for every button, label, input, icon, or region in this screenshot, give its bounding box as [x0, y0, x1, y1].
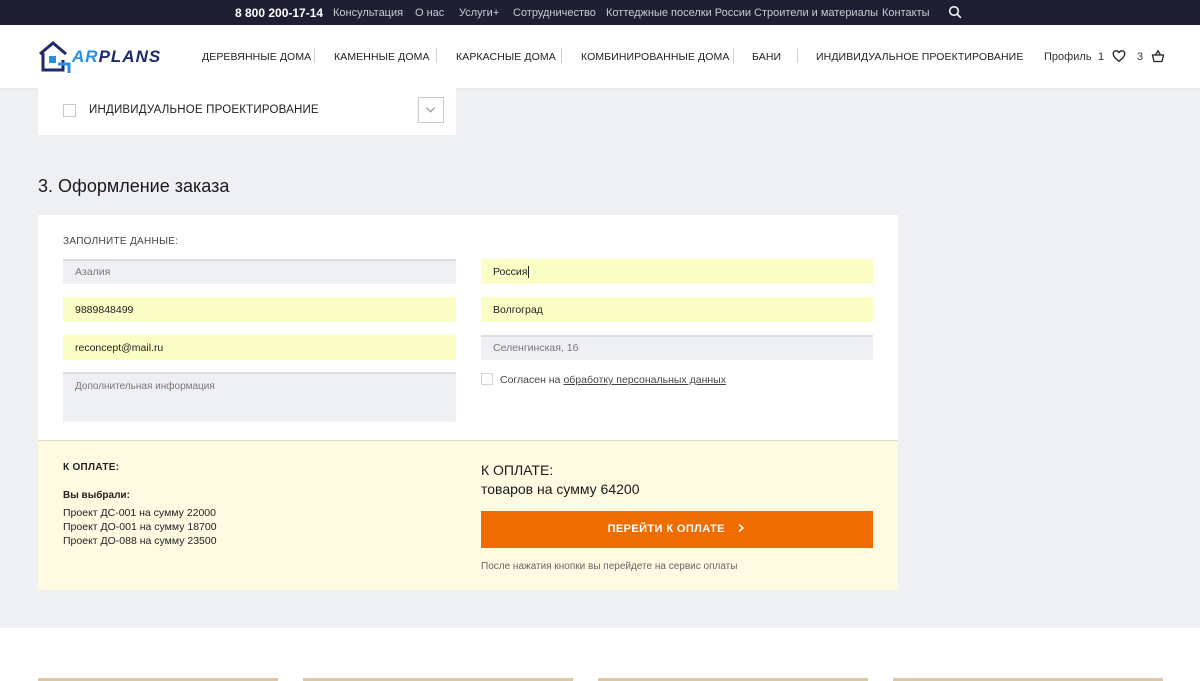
logo-text[interactable]: ARPLANS — [72, 47, 161, 67]
filter-dropdown-button[interactable] — [418, 97, 444, 123]
name-field[interactable]: Азалия — [63, 259, 456, 284]
nav-stone-houses[interactable]: КАМЕННЫЕ ДОМА — [334, 51, 430, 63]
country-value: Россия — [493, 266, 528, 278]
chevron-down-icon — [425, 107, 436, 113]
bottom-section — [0, 628, 1200, 681]
payment-total: товаров на сумму 64200 — [481, 481, 640, 497]
filter-label-individual-design: ИНДИВИДУАЛЬНОЕ ПРОЕКТИРОВАНИЕ — [89, 104, 319, 116]
cart-count: 3 — [1137, 51, 1144, 63]
payment-left-title: К ОПЛАТЕ: — [63, 462, 120, 473]
topbar-link-cooperation[interactable]: Сотрудничество — [513, 7, 596, 19]
phone-number[interactable]: 8 800 200-17-14 — [235, 6, 323, 20]
topbar-link-about[interactable]: О нас — [415, 7, 444, 19]
logo-text-rest: PLANS — [98, 47, 162, 66]
topbar-link-contacts[interactable]: Контакты — [882, 7, 930, 19]
nav-baths[interactable]: БАНИ — [752, 51, 781, 63]
nav-frame-houses[interactable]: КАРКАСНЫЕ ДОМА — [456, 51, 556, 63]
country-field[interactable]: Россия — [481, 259, 873, 284]
form-subtitle: ЗАПОЛНИТЕ ДАННЫЕ: — [63, 236, 179, 247]
nav-divider — [797, 48, 798, 63]
page-title: 3. Оформление заказа — [38, 176, 230, 196]
nav-divider — [314, 48, 315, 63]
chosen-item: Проект ДС-001 на сумму 22000 — [63, 507, 216, 519]
nav-divider — [733, 48, 734, 63]
favorites-count: 1 — [1098, 51, 1105, 63]
email-field[interactable]: reconcept@mail.ru — [63, 335, 456, 360]
consent-label: Согласен на — [500, 374, 561, 386]
chosen-item: Проект ДО-088 на сумму 23500 — [63, 535, 217, 547]
heart-icon[interactable] — [1112, 49, 1126, 63]
search-icon[interactable] — [948, 5, 962, 19]
topbar-link-villages[interactable]: Коттеджные поселки России — [606, 7, 751, 19]
chevron-right-icon — [738, 523, 745, 533]
consent-checkbox[interactable] — [481, 373, 493, 385]
payment-right-title: К ОПЛАТЕ: — [481, 462, 554, 478]
phone-field[interactable]: 9889848499 — [63, 297, 456, 322]
topbar-link-builders[interactable]: Строители и материалы — [754, 7, 878, 19]
personal-data-link[interactable]: обработку персональных данных — [563, 374, 726, 386]
city-field[interactable]: Волгоград — [481, 297, 873, 322]
nav-divider — [561, 48, 562, 63]
address-field[interactable]: Селенгинская, 16 — [481, 335, 873, 360]
go-to-payment-button[interactable]: ПЕРЕЙТИ К ОПЛАТЕ — [481, 511, 873, 548]
individual-design-checkbox[interactable] — [63, 104, 76, 117]
topbar-link-services[interactable]: Услуги+ — [459, 7, 499, 19]
profile-link[interactable]: Профиль — [1044, 51, 1092, 63]
nav-combined-houses[interactable]: КОМБИНИРОВАННЫЕ ДОМА — [581, 51, 730, 63]
topbar-link-consultation[interactable]: Консультация — [333, 7, 403, 19]
consent-text: Согласен на обработку персональных данных — [500, 374, 726, 386]
nav-individual-design[interactable]: ИНДИВИДУАЛЬНОЕ ПРОЕКТИРОВАНИЕ — [816, 51, 1023, 63]
logo-text-ar: AR — [72, 47, 99, 66]
nav-divider — [436, 48, 437, 63]
cart-icon[interactable] — [1151, 49, 1165, 63]
text-cursor — [528, 266, 530, 279]
chosen-label: Вы выбрали: — [63, 490, 130, 501]
chosen-item: Проект ДО-001 на сумму 18700 — [63, 521, 217, 533]
payment-note: После нажатия кнопки вы перейдете на сер… — [481, 561, 738, 572]
top-bar: 8 800 200-17-14 Консультация О нас Услуг… — [0, 0, 1200, 25]
nav-wooden-houses[interactable]: ДЕРЕВЯННЫЕ ДОМА — [202, 51, 311, 63]
go-to-payment-label: ПЕРЕЙТИ К ОПЛАТЕ — [607, 523, 725, 535]
additional-info-field[interactable]: Дополнительная информация — [63, 372, 456, 422]
